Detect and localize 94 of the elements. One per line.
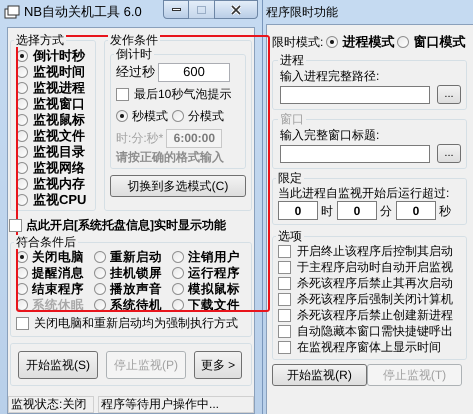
window-app-icon — [4, 5, 20, 19]
checkbox[interactable] — [16, 316, 29, 330]
radio-button[interactable] — [94, 283, 106, 295]
radio-button[interactable] — [94, 251, 106, 263]
group-title: 限定 — [276, 171, 304, 185]
close-button[interactable] — [214, 0, 258, 19]
option-label: 系统待机 — [110, 296, 162, 314]
checkbox[interactable] — [278, 244, 291, 258]
window-title: NB自动关机工具 6.0 — [24, 4, 143, 20]
checkbox-label: 开启终止该程序后控制其启动 — [297, 243, 453, 260]
status-bar-text: 程序等待用户操作中... — [98, 396, 254, 413]
radio-button[interactable] — [172, 110, 184, 122]
push-button[interactable]: 更多 > — [194, 350, 242, 378]
checkbox[interactable] — [278, 340, 291, 354]
unit-label: 分 — [380, 202, 393, 220]
checkbox-label: 最后10秒气泡提示 — [134, 86, 232, 103]
checkbox[interactable] — [278, 292, 291, 306]
field-label: 当此进程自监视开始后运行超过: — [278, 185, 450, 201]
browse-button[interactable]: ... — [437, 85, 461, 104]
checkbox[interactable] — [278, 276, 291, 290]
group-title: 倒计时 — [114, 47, 154, 61]
checkbox[interactable] — [278, 324, 291, 338]
text-field[interactable] — [280, 86, 430, 104]
radio-button[interactable] — [94, 267, 106, 279]
option-label: 挂机锁屏 — [110, 264, 162, 282]
checkbox-label: 杀死该程序后强制关闭计算机 — [297, 291, 453, 308]
option-label: 运行程序 — [188, 264, 240, 282]
close-icon — [230, 4, 242, 14]
checkbox-label: 关闭电脑和重新启动均为强制执行方式 — [34, 315, 238, 332]
radio-button[interactable] — [172, 251, 184, 263]
option-label: 注销用户 — [188, 248, 240, 266]
option-label: 结束程序 — [32, 280, 84, 298]
option-label: 监视CPU — [33, 191, 86, 210]
option-label: 监视时间 — [33, 63, 85, 81]
push-button[interactable]: 开始监视(S) — [18, 350, 98, 378]
number-field[interactable]: 0 — [396, 201, 436, 220]
field-label: 输入进程完整路径: — [280, 68, 380, 85]
option-label: 系统休眠 — [32, 296, 84, 314]
number-field[interactable]: 0 — [337, 201, 377, 220]
option-label: 重新启动 — [110, 248, 162, 266]
radio-button[interactable] — [116, 110, 128, 122]
seconds-field[interactable]: 600 — [158, 62, 230, 82]
option-label: 窗口模式 — [413, 33, 466, 52]
text-field[interactable] — [280, 144, 430, 162]
group-title: 符合条件后 — [14, 235, 78, 249]
checkbox-label: 点此开启[系统托盘信息]实时显示功能 — [26, 217, 226, 234]
checkbox-label: 杀死该程序后禁止其再次启动 — [297, 275, 453, 292]
group-title: 发作条件 — [108, 33, 160, 47]
seconds-label: 经过秒 — [116, 63, 155, 82]
field-label: 输入完整窗口标题: — [280, 127, 380, 144]
group-title: 选项 — [276, 229, 304, 243]
time-field[interactable]: 6:00:00 — [166, 128, 222, 148]
push-button[interactable]: 切换到多选模式(C) — [110, 175, 246, 197]
push-button[interactable]: 开始监视(R) — [272, 364, 367, 386]
radio-button[interactable] — [94, 299, 106, 311]
unit-label: 时 — [321, 202, 334, 220]
checkbox[interactable] — [278, 260, 291, 274]
checkbox-label: 在监视程序窗体上显示时间 — [297, 339, 441, 356]
checkbox[interactable] — [116, 88, 129, 100]
radio-button[interactable] — [326, 36, 338, 48]
option-label: 提醒消息 — [32, 264, 84, 282]
option-label: 监视进程 — [33, 79, 85, 96]
option-label: 播放声音 — [110, 280, 162, 298]
checkbox[interactable] — [278, 308, 291, 322]
checkbox-label: 于主程序启动时自动开启监视 — [297, 259, 453, 276]
radio-button[interactable] — [397, 36, 410, 48]
checkbox-label: 杀死该程序后禁止创建新进程 — [297, 307, 453, 324]
option-label: 秒模式 — [132, 108, 168, 125]
window-title: 程序限时功能 — [266, 4, 338, 21]
option-label: 关闭电脑 — [32, 248, 84, 266]
option-label: 监视内存 — [33, 175, 85, 193]
radio-button[interactable] — [172, 267, 184, 279]
status-bar-text: 监视状态:关闭 — [8, 396, 94, 413]
group-title: 选择方式 — [14, 33, 66, 47]
unit-label: 秒 — [439, 202, 452, 220]
mode-label: 限时模式: — [272, 34, 324, 51]
option-label: 监视网络 — [33, 159, 85, 177]
checkbox-label: 自动隐藏本窗口需快捷键呼出 — [297, 323, 453, 340]
number-field[interactable]: 0 — [278, 201, 318, 220]
option-label: 监视目录 — [33, 143, 85, 161]
format-hint: 请按正确的格式输入 — [116, 149, 225, 165]
option-label: 分模式 — [188, 108, 224, 125]
checkbox[interactable] — [9, 218, 22, 232]
radio-button[interactable] — [172, 299, 184, 311]
minimize-button[interactable] — [163, 0, 189, 19]
option-label: 倒计时秒 — [33, 47, 85, 65]
option-label: 模拟鼠标 — [188, 280, 240, 298]
time-label: 时:分:秒* — [116, 130, 164, 147]
group-title: 进程 — [278, 53, 306, 67]
option-label: 监视窗口 — [33, 95, 85, 113]
option-label: 监视鼠标 — [33, 111, 85, 128]
radio-button[interactable] — [172, 283, 184, 295]
option-label: 进程模式 — [342, 33, 394, 52]
option-label: 监视文件 — [33, 127, 85, 145]
